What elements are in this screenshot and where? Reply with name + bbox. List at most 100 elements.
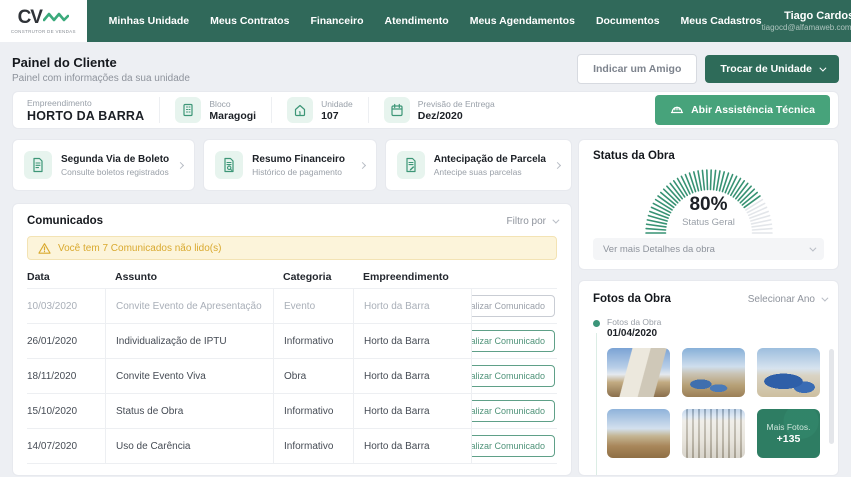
construction-photo[interactable] [607, 409, 670, 458]
details-label: Ver mais Detalhes da obra [603, 244, 715, 255]
timeline-line [596, 333, 597, 476]
field-value: HORTO DA BARRA [27, 109, 144, 123]
gauge-label: Status Geral [634, 217, 784, 228]
calendar-icon [384, 97, 410, 123]
timeline-label: Fotos da Obra [607, 317, 826, 327]
card-segunda-via-boleto[interactable]: Segunda Via de Boleto Consulte boletos r… [12, 139, 195, 191]
assist-button-label: Abir Assistência Técnica [691, 104, 815, 116]
photo-timeline-entry: Fotos da Obra 01/04/2020 [593, 317, 826, 339]
hard-hat-icon [670, 103, 684, 117]
cell-subject: Status de Obra [105, 394, 273, 428]
user-name: Tiago Cardoso [762, 10, 851, 22]
filter-dropdown[interactable]: Filtro por [507, 216, 557, 227]
open-technical-assistance-button[interactable]: Abir Assistência Técnica [655, 95, 830, 125]
select-year-label: Selecionar Ano [748, 294, 815, 305]
view-communication-button[interactable]: Visualizar Comunicado [471, 400, 555, 422]
nav-item-meus-contratos[interactable]: Meus Contratos [210, 15, 289, 27]
chevron-down-icon [552, 216, 559, 223]
nav-item-financeiro[interactable]: Financeiro [310, 15, 363, 27]
document-search-icon [215, 151, 243, 179]
status-obra-title: Status da Obra [593, 150, 824, 162]
table-header: Data Assunto Categoria Empreendimento [27, 265, 557, 289]
col-header-assunto: Assunto [105, 265, 273, 288]
cell-project: Horto da Barra [353, 289, 471, 323]
chevron-down-icon [821, 294, 828, 301]
logo-subtitle: CONSTRUTOR DE VENDAS [11, 30, 76, 35]
field-label: Previsão de Entrega [418, 99, 495, 109]
alert-text: Você tem 7 Comunicados não lido(s) [58, 243, 221, 254]
construction-photo[interactable] [682, 348, 745, 397]
cell-subject: Convite Evento Viva [105, 359, 273, 393]
field-value: 107 [321, 110, 353, 122]
progress-gauge: 80% Status Geral [634, 164, 784, 236]
card-antecipacao-parcela[interactable]: Antecipação de Parcela Antecipe suas par… [385, 139, 572, 191]
view-communication-button[interactable]: Visualizar Comunicado [471, 330, 555, 352]
nav-item-meus-cadastros[interactable]: Meus Cadastros [681, 15, 762, 27]
refer-friend-button[interactable]: Indicar um Amigo [577, 54, 697, 84]
cell-category: Informativo [273, 394, 353, 428]
page-header: Painel do Cliente Painel com informações… [12, 47, 839, 91]
field-label: Empreendimento [27, 98, 144, 108]
quick-card-title: Segunda Via de Boleto [61, 154, 169, 165]
user-email: tiagocd@alfamaweb.com.br [762, 23, 851, 32]
page-subtitle: Painel com informações da sua unidade [12, 73, 190, 84]
chevron-down-icon [819, 64, 826, 71]
cell-project: Horto da Barra [353, 394, 471, 428]
cell-category: Informativo [273, 324, 353, 358]
building-icon [175, 97, 201, 123]
view-communication-button[interactable]: Visualizar Comunicado [471, 435, 555, 457]
unread-alert: Você tem 7 Comunicados não lido(s) [27, 236, 557, 260]
cell-category: Evento [273, 289, 353, 323]
nav-item-documentos[interactable]: Documentos [596, 15, 660, 27]
scrollbar[interactable] [829, 349, 834, 444]
nav-item-meus-agendamentos[interactable]: Meus Agendamentos [470, 15, 575, 27]
nav-item-atendimento[interactable]: Atendimento [385, 15, 449, 27]
view-communication-button[interactable]: Visualizar Comunicado [471, 295, 555, 317]
cell-project: Horto da Barra [353, 324, 471, 358]
cell-date: 10/03/2020 [27, 289, 105, 323]
view-more-details-select[interactable]: Ver mais Detalhes da obra [593, 238, 824, 260]
field-bloco: Bloco Maragogi [159, 97, 271, 123]
more-photos-label: Mais Fotos. [767, 422, 811, 432]
cell-subject: Uso de Carência [105, 429, 273, 463]
chevron-down-icon [809, 244, 816, 251]
view-communication-button[interactable]: Visualizar Comunicado [471, 365, 555, 387]
cell-date: 26/01/2020 [27, 324, 105, 358]
cell-date: 14/07/2020 [27, 429, 105, 463]
construction-photo[interactable] [682, 409, 745, 458]
logo-wave-icon [43, 11, 69, 25]
chevron-right-icon [554, 161, 561, 168]
page-title: Painel do Cliente [12, 55, 190, 70]
cell-subject: Convite Evento de Apresentação [105, 289, 273, 323]
chevron-right-icon [359, 161, 366, 168]
cell-subject: Individualização de IPTU [105, 324, 273, 358]
more-photos-tile[interactable]: Mais Fotos. +135 [757, 409, 820, 458]
house-icon [287, 97, 313, 123]
col-header-categoria: Categoria [273, 265, 353, 288]
top-navbar: CV CONSTRUTOR DE VENDAS Minhas Unidade M… [0, 0, 851, 42]
field-value: Dez/2020 [418, 110, 495, 122]
cell-category: Informativo [273, 429, 353, 463]
quick-card-title: Antecipação de Parcela [434, 154, 546, 165]
select-year-dropdown[interactable]: Selecionar Ano [748, 294, 826, 305]
card-resumo-financeiro[interactable]: Resumo Financeiro Histórico de pagamento [203, 139, 377, 191]
more-photos-count: +135 [777, 433, 801, 445]
field-label: Bloco [209, 99, 256, 109]
user-info[interactable]: Tiago Cardoso tiagocd@alfamaweb.com.br [762, 10, 851, 32]
cell-project: Horto da Barra [353, 429, 471, 463]
nav-item-minhas-unidade[interactable]: Minhas Unidade [109, 15, 190, 27]
user-area: Tiago Cardoso tiagocd@alfamaweb.com.br [762, 0, 851, 42]
field-value: Maragogi [209, 110, 256, 122]
quick-card-subtitle: Antecipe suas parcelas [434, 167, 546, 177]
brand-logo[interactable]: CV CONSTRUTOR DE VENDAS [0, 0, 87, 42]
cell-project: Horto da Barra [353, 359, 471, 393]
construction-photo[interactable] [757, 348, 820, 397]
timeline-date: 01/04/2020 [607, 328, 826, 339]
switch-unit-button[interactable]: Trocar de Unidade [705, 55, 839, 83]
filter-label: Filtro por [507, 216, 546, 227]
logo-text: CV [18, 7, 42, 29]
construction-photo[interactable] [607, 348, 670, 397]
field-previsao-entrega: Previsão de Entrega Dez/2020 [368, 97, 510, 123]
photo-grid: Mais Fotos. +135 [607, 348, 820, 458]
comunicados-panel: Comunicados Filtro por Você tem 7 Comuni… [12, 203, 572, 476]
